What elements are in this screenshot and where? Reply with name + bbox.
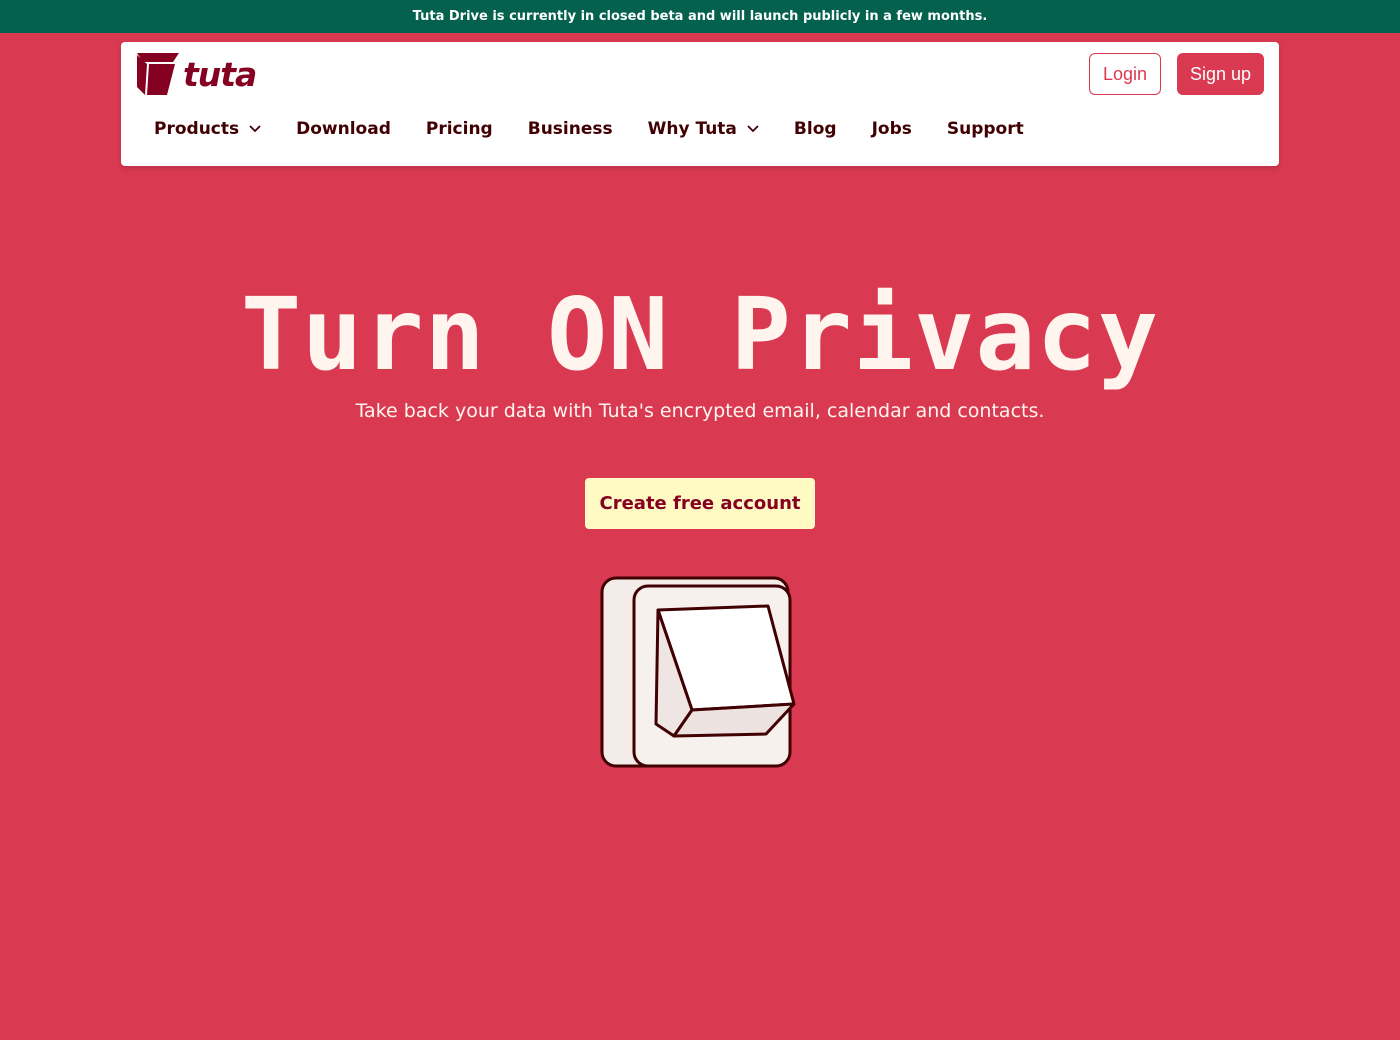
nav-business[interactable]: Business xyxy=(528,119,613,139)
nav-download-label: Download xyxy=(296,119,391,139)
hero-subtitle: Take back your data with Tuta's encrypte… xyxy=(355,400,1045,422)
nav-why-tuta[interactable]: Why Tuta xyxy=(648,119,759,139)
nav-pricing-label: Pricing xyxy=(425,119,493,139)
nav-support[interactable]: Support xyxy=(947,119,1024,139)
nav-products[interactable]: Products xyxy=(154,119,261,139)
logo-wordmark: tuta xyxy=(183,54,257,94)
tuta-logo[interactable]: tuta xyxy=(135,50,265,98)
nav-why-tuta-label: Why Tuta xyxy=(647,119,737,139)
tuta-logo-icon xyxy=(137,53,179,95)
login-button[interactable]: Login xyxy=(1089,53,1161,95)
nav-jobs-label: Jobs xyxy=(871,119,912,139)
nav-support-label: Support xyxy=(946,119,1024,139)
nav-pricing[interactable]: Pricing xyxy=(426,119,493,139)
main-nav: Products Download Pricing Business Why T… xyxy=(154,114,1059,144)
chevron-down-icon xyxy=(249,125,261,133)
light-switch-icon xyxy=(598,574,804,774)
banner-text: Tuta Drive is currently in closed beta a… xyxy=(412,9,988,24)
site-header: tuta Login Sign up Products Download Pri… xyxy=(121,42,1279,166)
hero-title: Turn ON Privacy xyxy=(240,276,1160,393)
signup-button[interactable]: Sign up xyxy=(1177,53,1264,95)
nav-blog[interactable]: Blog xyxy=(794,119,837,139)
create-account-button[interactable]: Create free account xyxy=(585,478,815,529)
chevron-down-icon xyxy=(747,125,759,133)
nav-jobs[interactable]: Jobs xyxy=(872,119,912,139)
nav-business-label: Business xyxy=(527,119,613,139)
nav-download[interactable]: Download xyxy=(296,119,391,139)
announcement-banner: Tuta Drive is currently in closed beta a… xyxy=(0,0,1400,33)
nav-products-label: Products xyxy=(154,119,240,139)
nav-blog-label: Blog xyxy=(793,119,837,139)
